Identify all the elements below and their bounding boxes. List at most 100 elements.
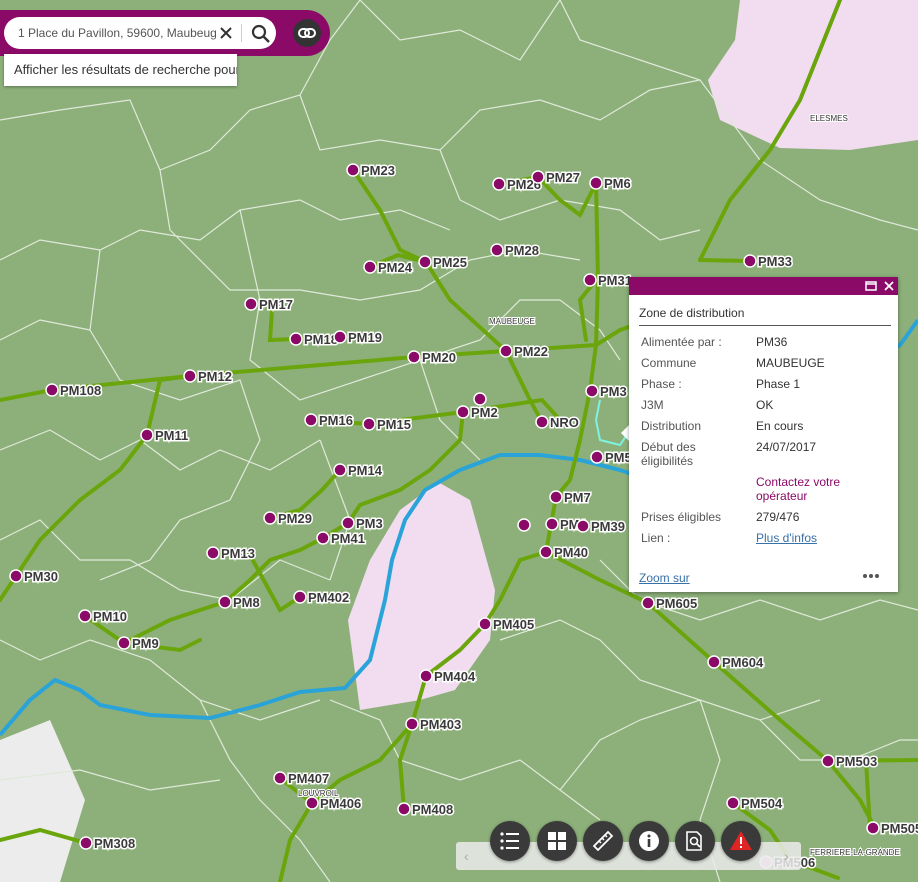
place-label-ferriere-la-grande: FERRIERE-LA-GRANDE xyxy=(810,848,900,857)
toolbar-prev-button[interactable]: ‹ xyxy=(464,848,469,864)
search-button[interactable] xyxy=(250,23,272,45)
map-point-marker[interactable] xyxy=(346,163,360,177)
map-point-marker[interactable] xyxy=(341,516,355,530)
query-button[interactable] xyxy=(675,821,715,861)
more-actions-button[interactable] xyxy=(861,569,881,583)
map-point-label: PM13 xyxy=(221,546,255,561)
map-point-marker[interactable] xyxy=(490,243,504,257)
map-point-marker[interactable] xyxy=(419,669,433,683)
map-point-marker[interactable] xyxy=(244,297,258,311)
search-box xyxy=(4,17,276,49)
map-point-label: PM7 xyxy=(564,490,591,505)
clear-search-button[interactable] xyxy=(216,23,236,43)
map-point-marker[interactable] xyxy=(9,569,23,583)
map-point-marker[interactable] xyxy=(589,176,603,190)
map-point-marker[interactable] xyxy=(78,609,92,623)
row-key: Prises éligibles xyxy=(641,510,722,524)
map-point-marker[interactable] xyxy=(473,392,487,406)
warning-icon xyxy=(730,831,752,850)
more-info-link[interactable]: Plus d'infos xyxy=(756,531,817,545)
map-point-marker[interactable] xyxy=(333,463,347,477)
map-point-marker[interactable] xyxy=(293,590,307,604)
map-point-label: PM3 xyxy=(356,516,383,531)
map-point-label: PM8 xyxy=(233,595,260,610)
row-key: Phase : xyxy=(641,377,682,391)
map-point-marker[interactable] xyxy=(549,490,563,504)
map-point-marker[interactable] xyxy=(397,802,411,816)
map-point-label: PM14 xyxy=(348,463,383,478)
maximize-button[interactable] xyxy=(864,279,878,293)
map-point-marker[interactable] xyxy=(140,428,154,442)
link-icon xyxy=(298,28,316,38)
map-point-label: PM39 xyxy=(591,519,625,534)
map-point-marker[interactable] xyxy=(492,177,506,191)
map-point-label: PM40 xyxy=(554,545,588,560)
measure-button[interactable] xyxy=(583,821,623,861)
map-point-marker[interactable] xyxy=(273,771,287,785)
row-value: 24/07/2017 xyxy=(756,440,817,454)
map-point-marker[interactable] xyxy=(79,836,93,850)
map-point-marker[interactable] xyxy=(456,405,470,419)
map-point-label: PM6 xyxy=(604,176,631,191)
map-point-label: PM28 xyxy=(505,243,539,258)
map-point-marker[interactable] xyxy=(707,655,721,669)
map-point-label: PM24 xyxy=(378,260,413,275)
map-point-marker[interactable] xyxy=(218,595,232,609)
map-point-marker[interactable] xyxy=(304,413,318,427)
alert-button[interactable] xyxy=(721,821,761,861)
map-point-label: PM11 xyxy=(155,428,188,443)
search-suggestion[interactable]: Afficher les résultats de recherche pour… xyxy=(4,54,237,86)
map-point-marker[interactable] xyxy=(743,254,757,268)
map-point-marker[interactable] xyxy=(590,450,604,464)
map-point-marker[interactable] xyxy=(405,717,419,731)
map-point-label: PM33 xyxy=(758,254,792,269)
row-value: MAUBEUGE xyxy=(756,356,825,370)
close-icon xyxy=(220,27,232,39)
map-point-marker[interactable] xyxy=(333,330,347,344)
map-point-marker[interactable] xyxy=(517,518,531,532)
more-icon xyxy=(863,574,879,578)
map-point-marker[interactable] xyxy=(45,383,59,397)
map-point-marker[interactable] xyxy=(418,255,432,269)
contact-operator-text: Contactez votre opérateur xyxy=(756,475,841,503)
map-point-marker[interactable] xyxy=(545,517,559,531)
map-point-marker[interactable] xyxy=(206,546,220,560)
map-point-marker[interactable] xyxy=(641,596,655,610)
map-point-marker[interactable] xyxy=(726,796,740,810)
map-point-label: PM407 xyxy=(288,771,329,786)
layer-list-button[interactable] xyxy=(490,821,530,861)
basemap-gallery-button[interactable] xyxy=(537,821,577,861)
map-point-marker[interactable] xyxy=(583,273,597,287)
map-point-marker[interactable] xyxy=(821,754,835,768)
search-input[interactable] xyxy=(18,24,216,42)
map-point-marker[interactable] xyxy=(585,384,599,398)
about-button[interactable] xyxy=(629,821,669,861)
map-point-label: PM25 xyxy=(433,255,467,270)
map-point-label: PM15 xyxy=(377,417,411,432)
map-point-marker[interactable] xyxy=(499,344,513,358)
map-point-marker[interactable] xyxy=(535,415,549,429)
map-point-marker[interactable] xyxy=(305,796,319,810)
map-point-marker[interactable] xyxy=(531,170,545,184)
map-point-label: PM22 xyxy=(514,344,548,359)
map-point-marker[interactable] xyxy=(362,417,376,431)
map-point-marker[interactable] xyxy=(117,636,131,650)
map-point-marker[interactable] xyxy=(866,821,880,835)
map-point-marker[interactable] xyxy=(289,332,303,346)
map-point-marker[interactable] xyxy=(263,511,277,525)
zoom-to-link[interactable]: Zoom sur xyxy=(639,571,690,585)
map-point-marker[interactable] xyxy=(478,617,492,631)
map-point-label: PM308 xyxy=(94,836,135,851)
share-link-button[interactable] xyxy=(293,19,321,47)
close-popup-button[interactable] xyxy=(882,279,896,293)
maximize-icon xyxy=(865,281,877,291)
map-point-label: PM30 xyxy=(24,569,58,584)
toolbar-next-button[interactable]: › xyxy=(784,848,789,864)
map-point-marker[interactable] xyxy=(183,369,197,383)
map-point-marker[interactable] xyxy=(576,519,590,533)
map-point-label: PM5 xyxy=(605,450,632,465)
map-point-marker[interactable] xyxy=(407,350,421,364)
map-point-marker[interactable] xyxy=(539,545,553,559)
map-point-marker[interactable] xyxy=(316,531,330,545)
map-point-marker[interactable] xyxy=(363,260,377,274)
